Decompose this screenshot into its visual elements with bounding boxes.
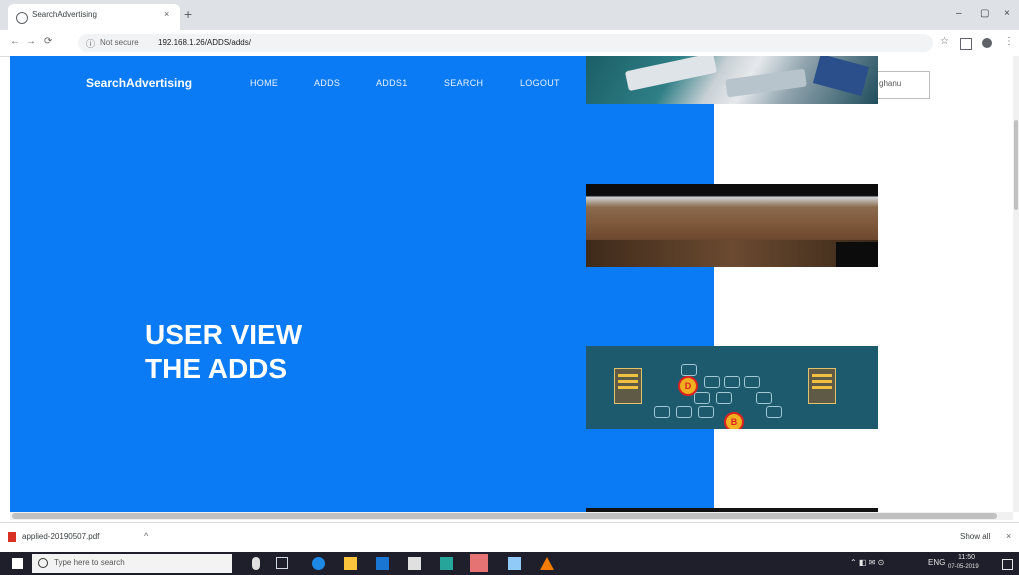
browser-menu-icon[interactable]: ⋮ [1004, 36, 1014, 47]
hex-cell [744, 376, 760, 388]
chip-right-line-1 [812, 374, 832, 377]
hero-line-2: THE ADDS [145, 353, 288, 384]
hero-heading: USER VIEW THE ADDS [145, 318, 302, 386]
hex-cell [654, 406, 670, 418]
close-window-button[interactable]: × [1004, 8, 1010, 19]
hex-cell [676, 406, 692, 418]
nav-adds[interactable]: ADDS [314, 78, 340, 88]
chip-right [808, 368, 836, 404]
hex-cell [756, 392, 772, 404]
user-name-box[interactable]: ghanu [876, 71, 930, 99]
vlc-icon[interactable] [540, 557, 554, 570]
maximize-button[interactable]: ▢ [980, 8, 989, 19]
download-options-icon[interactable]: ^ [144, 531, 148, 541]
mic-icon[interactable] [252, 557, 260, 570]
reload-button[interactable]: ⟳ [44, 36, 52, 47]
tab-close-icon[interactable]: × [164, 9, 169, 19]
tray-language[interactable]: ENG [928, 558, 945, 567]
pdf-file-icon [8, 532, 16, 542]
hex-cell [698, 406, 714, 418]
show-all-downloads-link[interactable]: Show all [960, 532, 990, 541]
ad1-shape-a [624, 56, 718, 92]
taskbar-search-box[interactable]: Type here to search [32, 554, 232, 573]
notification-icon[interactable] [1002, 559, 1013, 570]
hex-cell [704, 376, 720, 388]
hex-cell [716, 392, 732, 404]
horizontal-scroll-thumb[interactable] [12, 513, 997, 519]
windows-start-icon[interactable] [12, 558, 23, 569]
tray-date[interactable]: 07-05-2019 [948, 564, 979, 570]
file-explorer-icon[interactable] [344, 557, 357, 570]
app-icon[interactable] [440, 557, 453, 570]
browser-tab[interactable]: SearchAdvertising × [8, 4, 180, 30]
ad1-shape-b [725, 68, 807, 98]
site-info-icon[interactable]: ⓘ [86, 37, 95, 50]
tray-time[interactable]: 11:50 [958, 554, 975, 561]
close-download-shelf-icon[interactable]: × [1006, 531, 1011, 541]
nav-search[interactable]: SEARCH [444, 78, 483, 88]
hex-cell [694, 392, 710, 404]
ad-image-mars-landscape[interactable] [586, 184, 878, 267]
tray-icons[interactable]: ⌃ ◧ ✉ ⊙ [850, 558, 884, 567]
store-icon[interactable] [376, 557, 389, 570]
download-shelf: applied-20190507.pdf ^ Show all × [0, 522, 1019, 553]
user-name: ghanu [879, 79, 902, 88]
mail-icon[interactable] [408, 557, 421, 570]
ad-image-network-diagram[interactable]: D B [586, 346, 878, 429]
site-brand[interactable]: SearchAdvertising [86, 76, 192, 90]
bookmark-star-icon[interactable]: ☆ [940, 36, 949, 47]
profile-avatar[interactable] [982, 38, 992, 48]
chip-right-line-3 [812, 386, 832, 389]
globe-icon [16, 12, 28, 24]
hex-cell [681, 364, 697, 376]
hex-cell [724, 376, 740, 388]
address-bar[interactable]: ⓘ Not secure 192.168.1.26/ADDS/adds/ [78, 34, 933, 52]
download-file-name[interactable]: applied-20190507.pdf [22, 532, 99, 541]
vertical-scroll-thumb[interactable] [1014, 120, 1018, 210]
edge-browser-icon[interactable] [312, 557, 325, 570]
url-text[interactable]: 192.168.1.26/ADDS/adds/ [158, 38, 251, 47]
ad2-ground [586, 240, 878, 267]
browser-tab-strip: SearchAdvertising × + – ▢ × [0, 0, 1019, 30]
chip-left-line-2 [618, 380, 638, 383]
chrome-active-icon[interactable] [470, 554, 488, 572]
windows-taskbar: Type here to search ⌃ ◧ ✉ ⊙ ENG 11:50 07… [0, 552, 1019, 575]
chip-left-line-3 [618, 386, 638, 389]
nav-adds1[interactable]: ADDS1 [376, 78, 408, 88]
node-b: B [724, 412, 744, 429]
ad-image-satellite[interactable] [586, 56, 878, 104]
hex-cell [766, 406, 782, 418]
tab-title: SearchAdvertising [32, 10, 97, 19]
forward-button[interactable]: → [26, 36, 36, 47]
new-tab-button[interactable]: + [184, 6, 192, 22]
security-label: Not secure [100, 38, 139, 47]
task-view-icon[interactable] [276, 557, 288, 569]
hero-section [10, 56, 714, 512]
back-button[interactable]: ← [10, 36, 20, 47]
taskbar-search-placeholder: Type here to search [54, 558, 125, 567]
app-icon[interactable] [508, 557, 521, 570]
minimize-button[interactable]: – [956, 8, 962, 19]
browser-toolbar: ← → ⟳ ⓘ Not secure 192.168.1.26/ADDS/add… [0, 30, 1019, 57]
extension-icon[interactable] [960, 38, 972, 50]
node-d: D [678, 376, 698, 396]
chip-left [614, 368, 642, 404]
nav-home[interactable]: HOME [250, 78, 278, 88]
chip-right-line-2 [812, 380, 832, 383]
hero-line-1: USER VIEW [145, 319, 303, 350]
ad2-corner [836, 242, 878, 267]
cortana-icon [38, 558, 48, 568]
page-viewport: SearchAdvertising HOME ADDS ADDS1 SEARCH… [10, 56, 1013, 512]
chip-left-line-1 [618, 374, 638, 377]
nav-logout[interactable]: LOGOUT [520, 78, 560, 88]
ad1-panel [812, 56, 870, 96]
